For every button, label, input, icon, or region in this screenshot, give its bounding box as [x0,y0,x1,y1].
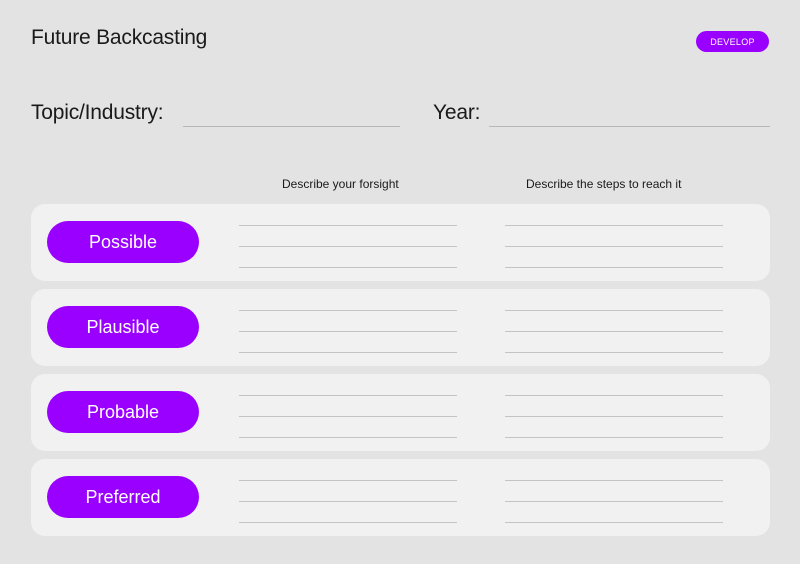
writing-line[interactable] [505,395,723,396]
writing-line[interactable] [505,267,723,268]
writing-line[interactable] [239,395,457,396]
writing-line[interactable] [505,310,723,311]
writing-line[interactable] [239,331,457,332]
writing-line[interactable] [505,416,723,417]
writing-line[interactable] [239,480,457,481]
scenario-pill-probable: Probable [47,391,199,433]
scenario-row-probable: Probable [31,374,770,451]
writing-line[interactable] [239,437,457,438]
scenario-pill-preferred: Preferred [47,476,199,518]
writing-line[interactable] [505,331,723,332]
topic-label: Topic/Industry: [31,101,164,124]
writing-line[interactable] [505,437,723,438]
foresight-lines[interactable] [239,480,457,523]
writing-line[interactable] [505,225,723,226]
year-label: Year: [433,101,481,124]
writing-line[interactable] [239,416,457,417]
writing-line[interactable] [239,352,457,353]
scenario-rows: Possible Plausible Probable Preferred [31,204,770,536]
writing-line[interactable] [505,501,723,502]
writing-line[interactable] [239,246,457,247]
foresight-lines[interactable] [239,310,457,353]
scenario-pill-plausible: Plausible [47,306,199,348]
writing-line[interactable] [239,267,457,268]
writing-line[interactable] [505,522,723,523]
steps-lines[interactable] [505,225,723,268]
writing-line[interactable] [239,310,457,311]
column-header-steps: Describe the steps to reach it [526,177,682,191]
scenario-pill-possible: Possible [47,221,199,263]
develop-badge: DEVELOP [696,31,769,52]
writing-line[interactable] [239,522,457,523]
writing-line[interactable] [505,480,723,481]
scenario-row-plausible: Plausible [31,289,770,366]
writing-line[interactable] [239,225,457,226]
steps-lines[interactable] [505,395,723,438]
steps-lines[interactable] [505,480,723,523]
writing-line[interactable] [505,352,723,353]
column-header-foresight: Describe your forsight [282,177,399,191]
writing-line[interactable] [239,501,457,502]
page-title: Future Backcasting [31,26,208,49]
writing-line[interactable] [505,246,723,247]
foresight-lines[interactable] [239,395,457,438]
foresight-lines[interactable] [239,225,457,268]
scenario-row-possible: Possible [31,204,770,281]
scenario-row-preferred: Preferred [31,459,770,536]
topic-input-line[interactable] [183,126,400,127]
steps-lines[interactable] [505,310,723,353]
year-input-line[interactable] [489,126,770,127]
